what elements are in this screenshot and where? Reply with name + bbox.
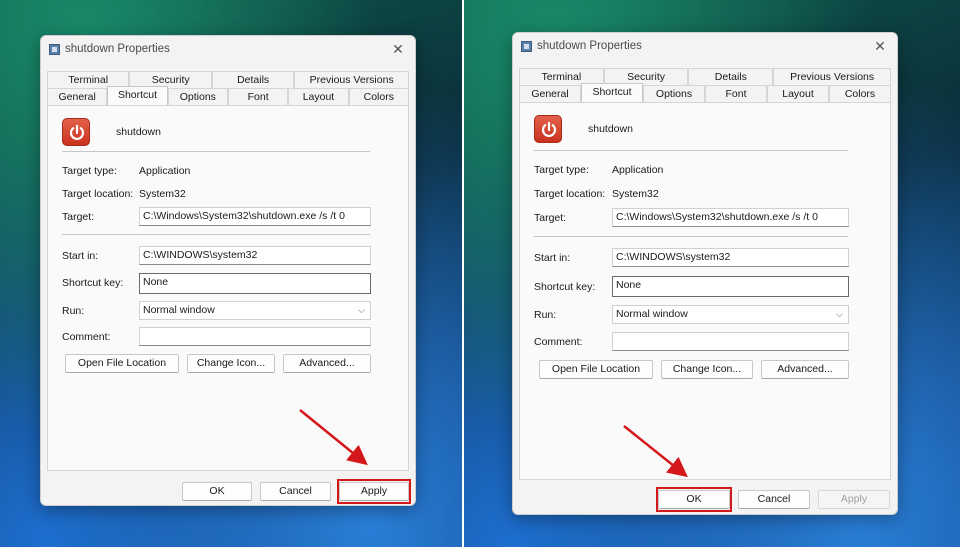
comment-label: Comment: — [62, 331, 111, 343]
target-type-label: Target type: — [534, 164, 589, 176]
open-file-location-button[interactable]: Open File Location — [539, 360, 653, 379]
tab-colors[interactable]: Colors — [348, 88, 409, 105]
chevron-down-icon: ⌵ — [836, 309, 843, 319]
target-type-value: Application — [612, 164, 664, 176]
app-name: shutdown — [116, 126, 161, 138]
app-name: shutdown — [588, 123, 633, 135]
tab-options[interactable]: Options — [643, 85, 705, 102]
power-icon — [62, 118, 90, 146]
right-panel: shutdown Properties ✕ Terminal Security … — [464, 0, 960, 547]
target-label: Target: — [534, 212, 567, 224]
change-icon-button[interactable]: Change Icon... — [661, 360, 753, 379]
properties-dialog-right: shutdown Properties ✕ Terminal Security … — [512, 32, 898, 515]
target-location-value: System32 — [139, 188, 186, 200]
target-location-label: Target location: — [62, 188, 134, 200]
comment-field[interactable] — [139, 327, 371, 346]
divider — [62, 151, 370, 152]
tab-options[interactable]: Options — [167, 88, 228, 105]
run-label: Run: — [534, 309, 557, 321]
change-icon-button[interactable]: Change Icon... — [187, 354, 275, 373]
target-location-value: System32 — [612, 188, 659, 200]
shortcut-key-label: Shortcut key: — [62, 277, 124, 289]
apply-highlight-box — [337, 479, 411, 504]
tab-font[interactable]: Font — [705, 85, 767, 102]
run-label: Run: — [62, 305, 85, 317]
shortcut-properties-icon — [49, 44, 60, 55]
target-type-label: Target type: — [62, 165, 117, 177]
target-label: Target: — [62, 211, 95, 223]
shortcut-key-label: Shortcut key: — [534, 281, 596, 293]
divider — [62, 234, 370, 235]
tab-previous-versions[interactable]: Previous Versions — [773, 68, 892, 85]
tab-shortcut[interactable]: Shortcut — [581, 83, 643, 102]
target-field[interactable]: C:\Windows\System32\shutdown.exe /s /t 0 — [139, 207, 371, 226]
tab-layout[interactable]: Layout — [767, 85, 829, 102]
start-in-label: Start in: — [62, 250, 99, 262]
tab-details[interactable]: Details — [211, 71, 295, 88]
tab-layout[interactable]: Layout — [288, 88, 349, 105]
target-type-value: Application — [139, 165, 191, 177]
run-select-value: Normal window — [616, 308, 688, 320]
apply-button[interactable]: Apply — [818, 490, 890, 509]
window-title: shutdown Properties — [65, 43, 170, 55]
shortcut-tab-content: shutdown Target type: Application Target… — [47, 105, 409, 471]
left-panel: shutdown Properties ✕ Terminal Security … — [0, 0, 462, 547]
title-bar: shutdown Properties ✕ — [513, 33, 897, 61]
window-title: shutdown Properties — [537, 40, 642, 52]
start-in-label: Start in: — [534, 252, 571, 264]
cancel-button[interactable]: Cancel — [260, 482, 331, 501]
shortcut-key-field[interactable]: None — [139, 273, 371, 294]
start-in-field[interactable]: C:\WINDOWS\system32 — [612, 248, 849, 267]
open-file-location-button[interactable]: Open File Location — [65, 354, 179, 373]
comment-field[interactable] — [612, 332, 849, 351]
tab-general[interactable]: General — [47, 88, 108, 105]
shortcut-tab-content: shutdown Target type: Application Target… — [519, 102, 891, 480]
tab-details[interactable]: Details — [688, 68, 774, 85]
divider — [534, 236, 848, 237]
properties-dialog-left: shutdown Properties ✕ Terminal Security … — [40, 35, 416, 506]
run-select[interactable]: Normal window ⌵ — [612, 305, 849, 324]
ok-button[interactable]: OK — [182, 482, 252, 501]
divider — [534, 150, 848, 151]
tab-strip: Terminal Security Details Previous Versi… — [519, 68, 892, 102]
tab-colors[interactable]: Colors — [829, 85, 891, 102]
tab-shortcut[interactable]: Shortcut — [107, 86, 168, 105]
power-icon — [534, 115, 562, 143]
comment-label: Comment: — [534, 336, 583, 348]
target-field[interactable]: C:\Windows\System32\shutdown.exe /s /t 0 — [612, 208, 849, 227]
shortcut-key-field[interactable]: None — [612, 276, 849, 297]
shortcut-properties-icon — [521, 41, 532, 52]
ok-highlight-box — [656, 487, 732, 512]
advanced-button[interactable]: Advanced... — [761, 360, 849, 379]
run-select[interactable]: Normal window ⌵ — [139, 301, 371, 320]
tab-previous-versions[interactable]: Previous Versions — [294, 71, 409, 88]
tab-strip: Terminal Security Details Previous Versi… — [47, 71, 409, 105]
chevron-down-icon: ⌵ — [358, 305, 365, 315]
close-icon[interactable]: ✕ — [871, 37, 889, 55]
close-icon[interactable]: ✕ — [389, 40, 407, 58]
start-in-field[interactable]: C:\WINDOWS\system32 — [139, 246, 371, 265]
tab-general[interactable]: General — [519, 85, 581, 102]
target-location-label: Target location: — [534, 188, 606, 200]
run-select-value: Normal window — [143, 304, 215, 316]
tab-font[interactable]: Font — [227, 88, 289, 105]
advanced-button[interactable]: Advanced... — [283, 354, 371, 373]
cancel-button[interactable]: Cancel — [738, 490, 810, 509]
title-bar: shutdown Properties ✕ — [41, 36, 415, 64]
